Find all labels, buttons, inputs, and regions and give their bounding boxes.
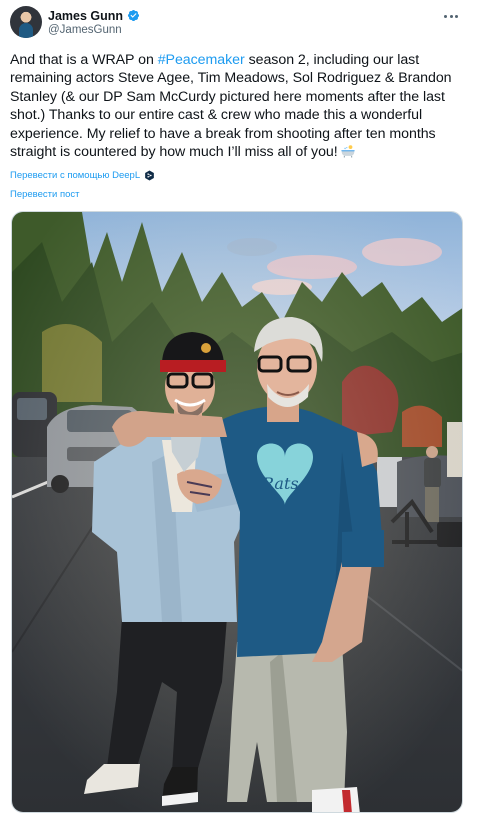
- tweet-header: James Gunn @JamesGunn: [10, 6, 467, 42]
- tweet-text-part: season 2, including our last remaining a…: [10, 52, 452, 161]
- rats-shirt-text: Rats: [261, 474, 299, 493]
- name-line: James Gunn: [48, 8, 140, 23]
- tweet-text-part: And that is a WRAP on: [10, 52, 158, 68]
- man-left-cap-brim: [160, 360, 226, 372]
- author-block: James Gunn @JamesGunn: [48, 8, 140, 36]
- translate-deepl-link[interactable]: Перевести с помощью DeepL: [10, 170, 155, 181]
- display-name[interactable]: James Gunn: [48, 9, 123, 23]
- verified-badge-icon[interactable]: [127, 9, 140, 22]
- cap-patch: [201, 343, 211, 353]
- man-right-shoe: [312, 787, 360, 812]
- photo-canvas: Rats: [12, 212, 462, 812]
- tweet-text: And that is a WRAP on #Peacemaker season…: [10, 51, 465, 161]
- tweet-photo[interactable]: Rats: [11, 211, 463, 813]
- man-right-sleeve: [342, 530, 384, 567]
- hashtag-link[interactable]: #Peacemaker: [158, 52, 245, 68]
- more-options-icon[interactable]: [441, 8, 461, 24]
- user-handle[interactable]: @JamesGunn: [48, 24, 140, 36]
- person-in-bathtub-emoji: [340, 145, 355, 158]
- translate-post-link[interactable]: Перевести пост: [10, 189, 79, 200]
- translate-deepl-label: Перевести с помощью DeepL: [10, 170, 141, 181]
- deepl-icon: [145, 170, 154, 181]
- avatar[interactable]: [10, 6, 42, 38]
